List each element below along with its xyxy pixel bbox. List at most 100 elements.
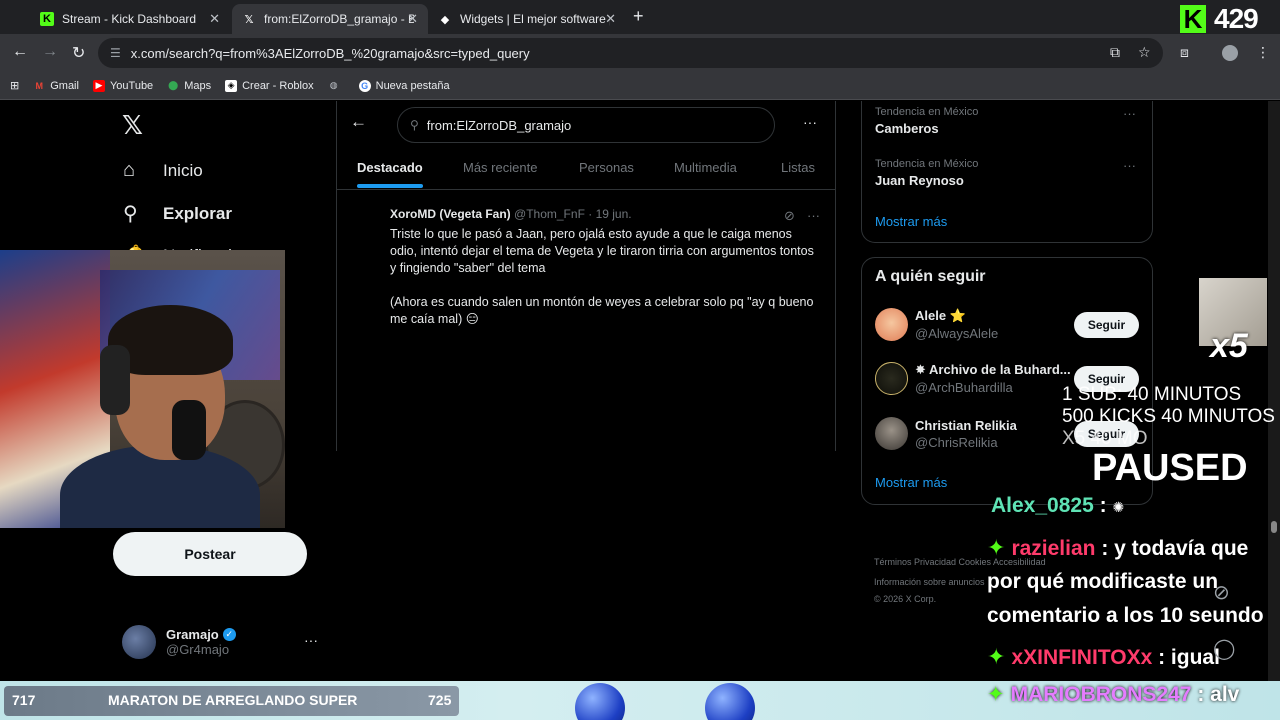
chat-message: ✦ razielian : y todavía que bbox=[987, 531, 1248, 566]
subathon-rule: 1 SUB: 40 MINUTOS bbox=[1062, 384, 1242, 405]
avatar bbox=[875, 308, 908, 341]
url-field[interactable]: ☰ x.com/search?q=from%3AElZorroDB_%20gra… bbox=[98, 38, 1163, 68]
home-icon: ⌂ bbox=[123, 159, 136, 181]
avatar bbox=[875, 417, 908, 450]
search-icon: ⚲ bbox=[410, 118, 419, 132]
x-icon: 𝕏 bbox=[244, 13, 254, 26]
tab-kick-dashboard[interactable]: K Stream - Kick Dashboard ✕ bbox=[30, 4, 230, 34]
tweet-more-icon[interactable]: ··· bbox=[807, 208, 820, 223]
menu-kebab-icon[interactable]: ⋮ bbox=[1256, 44, 1270, 61]
search-options-icon[interactable]: ··· bbox=[803, 114, 817, 130]
nav-item-explore[interactable]: ⚲ Explorar bbox=[123, 201, 232, 226]
follow-suggestion[interactable]: ✸ Archivo de la Buhard... @ArchBuhardill… bbox=[875, 362, 1071, 395]
bookmark-star-icon[interactable]: ☆ bbox=[1138, 44, 1151, 61]
bookmark-maps[interactable]: ⬤ Maps bbox=[167, 80, 211, 92]
decorative-ball bbox=[575, 683, 625, 720]
tab-x-search[interactable]: 𝕏 from:ElZorroDB_gramajo - Bus ✕ bbox=[232, 4, 428, 34]
follow-show-more-link[interactable]: Mostrar más bbox=[875, 475, 947, 490]
forward-arrow-icon[interactable]: → bbox=[42, 43, 58, 61]
extensions-icon[interactable]: ⧈ bbox=[1180, 44, 1189, 61]
close-icon[interactable]: ✕ bbox=[605, 11, 616, 27]
sync-icon: ⊘ bbox=[1213, 582, 1230, 604]
maps-icon: ⬤ bbox=[168, 80, 179, 90]
install-icon[interactable]: ⧉ bbox=[1110, 44, 1120, 61]
grok-icon[interactable]: ⊘ bbox=[784, 208, 795, 224]
nav-item-home[interactable]: ⌂ Inicio bbox=[123, 159, 203, 182]
circle-icon: ◯ bbox=[1213, 638, 1236, 660]
footer-ads-info[interactable]: Información sobre anuncios bbox=[874, 577, 985, 587]
follow-suggestion[interactable]: Christian Relikia @ChrisRelikia bbox=[875, 417, 1017, 450]
trends-show-more-link[interactable]: Mostrar más bbox=[875, 214, 947, 229]
google-icon: G bbox=[358, 79, 371, 92]
ticker-title: MARATON DE ARREGLANDO SUPER bbox=[108, 692, 358, 708]
reload-icon[interactable]: ↻ bbox=[72, 43, 85, 63]
globe-icon: ◍ bbox=[329, 80, 338, 90]
follow-button[interactable]: Seguir bbox=[1074, 312, 1139, 338]
account-switcher[interactable]: Gramajo ✓ @Gr4majo bbox=[122, 625, 236, 659]
bookmark-globe[interactable]: ◍ bbox=[328, 80, 345, 92]
kick-icon: K bbox=[40, 12, 54, 26]
browser-tab-bar: K Stream - Kick Dashboard ✕ 𝕏 from:ElZor… bbox=[0, 0, 1280, 34]
trend-more-icon[interactable]: ··· bbox=[1123, 106, 1136, 121]
profile-avatar-icon[interactable] bbox=[1222, 45, 1238, 61]
trend-item[interactable]: Tendencia en México Juan Reynoso bbox=[875, 158, 978, 188]
tab-listas[interactable]: Listas bbox=[781, 160, 815, 175]
search-icon: ⚲ bbox=[123, 203, 138, 225]
tweet-date[interactable]: · 19 jun. bbox=[588, 207, 631, 221]
tab-mas-reciente[interactable]: Más reciente bbox=[463, 160, 537, 175]
tweet-author[interactable]: XoroMD (Vegeta Fan) bbox=[390, 207, 511, 221]
avatar bbox=[875, 362, 908, 395]
trend-item[interactable]: Tendencia en México Camberos bbox=[875, 106, 978, 136]
new-tab-button[interactable]: + bbox=[633, 6, 644, 27]
bookmark-gmail[interactable]: M Gmail bbox=[33, 80, 78, 92]
sub-badge-icon: ✦ bbox=[987, 535, 1006, 560]
emote-icon: ✺ bbox=[1112, 499, 1125, 515]
who-to-follow-title: A quién seguir bbox=[875, 268, 986, 285]
search-input[interactable] bbox=[426, 117, 727, 133]
more-options-icon[interactable]: ··· bbox=[304, 632, 318, 648]
site-info-icon[interactable]: ☰ bbox=[110, 46, 121, 60]
search-box[interactable]: ⚲ bbox=[397, 107, 775, 143]
tab-multimedia[interactable]: Multimedia bbox=[674, 160, 737, 175]
footer-copyright: © 2026 X Corp. bbox=[874, 594, 937, 604]
kick-follower-counter: K 429 bbox=[1180, 3, 1259, 34]
widget-icon: ◆ bbox=[440, 13, 450, 26]
tab-personas[interactable]: Personas bbox=[579, 160, 634, 175]
x-logo-icon[interactable]: 𝕏 bbox=[122, 110, 143, 141]
timer-paused-label: PAUSED bbox=[1092, 447, 1248, 489]
sub-badge-icon: ✦ bbox=[987, 644, 1006, 669]
ticker-end-value: 725 bbox=[428, 692, 452, 708]
youtube-icon: ▶ bbox=[92, 79, 105, 92]
chat-message: Alex_0825 : ✺ bbox=[991, 494, 1125, 517]
ticker-start-value: 717 bbox=[12, 692, 36, 708]
address-bar-row: ← → ↻ ☰ x.com/search?q=from%3AElZorroDB_… bbox=[0, 34, 1280, 72]
avatar bbox=[122, 625, 156, 659]
profile-name: Gramajo bbox=[166, 627, 219, 642]
search-tabs: Destacado Más reciente Personas Multimed… bbox=[337, 150, 835, 190]
bookmark-youtube[interactable]: ▶ YouTube bbox=[92, 79, 153, 92]
back-arrow-icon[interactable]: ← bbox=[350, 112, 367, 132]
bookmark-new-tab[interactable]: G Nueva pestaña bbox=[358, 79, 450, 92]
post-button[interactable]: Postear bbox=[113, 532, 307, 576]
apps-grid-icon[interactable]: ⊞ bbox=[10, 79, 19, 92]
close-icon[interactable]: ✕ bbox=[407, 11, 418, 27]
tab-widgets[interactable]: ◆ Widgets | El mejor software par ✕ bbox=[428, 4, 626, 34]
kick-logo-icon: K bbox=[1180, 5, 1206, 33]
back-arrow-icon[interactable]: ← bbox=[12, 43, 28, 61]
scrollbar-thumb[interactable] bbox=[1271, 521, 1277, 533]
webcam-feed bbox=[0, 250, 285, 528]
tab-destacado[interactable]: Destacado bbox=[357, 160, 423, 188]
close-icon[interactable]: ✕ bbox=[209, 11, 220, 27]
tweet[interactable]: XoroMD (Vegeta Fan) @Thom_FnF · 19 jun. … bbox=[390, 207, 822, 328]
roblox-icon: ◈ bbox=[225, 79, 238, 92]
chat-message: ✦ xXINFINITOXx : igual bbox=[987, 640, 1220, 675]
bookmark-roblox[interactable]: ◈ Crear - Roblox bbox=[225, 79, 314, 92]
tweet-handle[interactable]: @Thom_FnF bbox=[514, 207, 585, 221]
page-scrollbar[interactable] bbox=[1268, 101, 1280, 681]
sub-badge-icon: ✦ bbox=[987, 683, 1005, 706]
multiplier-label: x5 bbox=[1210, 327, 1248, 365]
bookmarks-bar: ⊞ M Gmail ▶ YouTube ⬤ Maps ◈ Crear - Roblox … bbox=[0, 72, 1280, 100]
follow-suggestion[interactable]: Alele ⭐ @AlwaysAlele bbox=[875, 308, 998, 341]
chat-message: ✦ MARIOBRONS247 : alv bbox=[987, 683, 1240, 706]
trend-more-icon[interactable]: ··· bbox=[1123, 158, 1136, 173]
